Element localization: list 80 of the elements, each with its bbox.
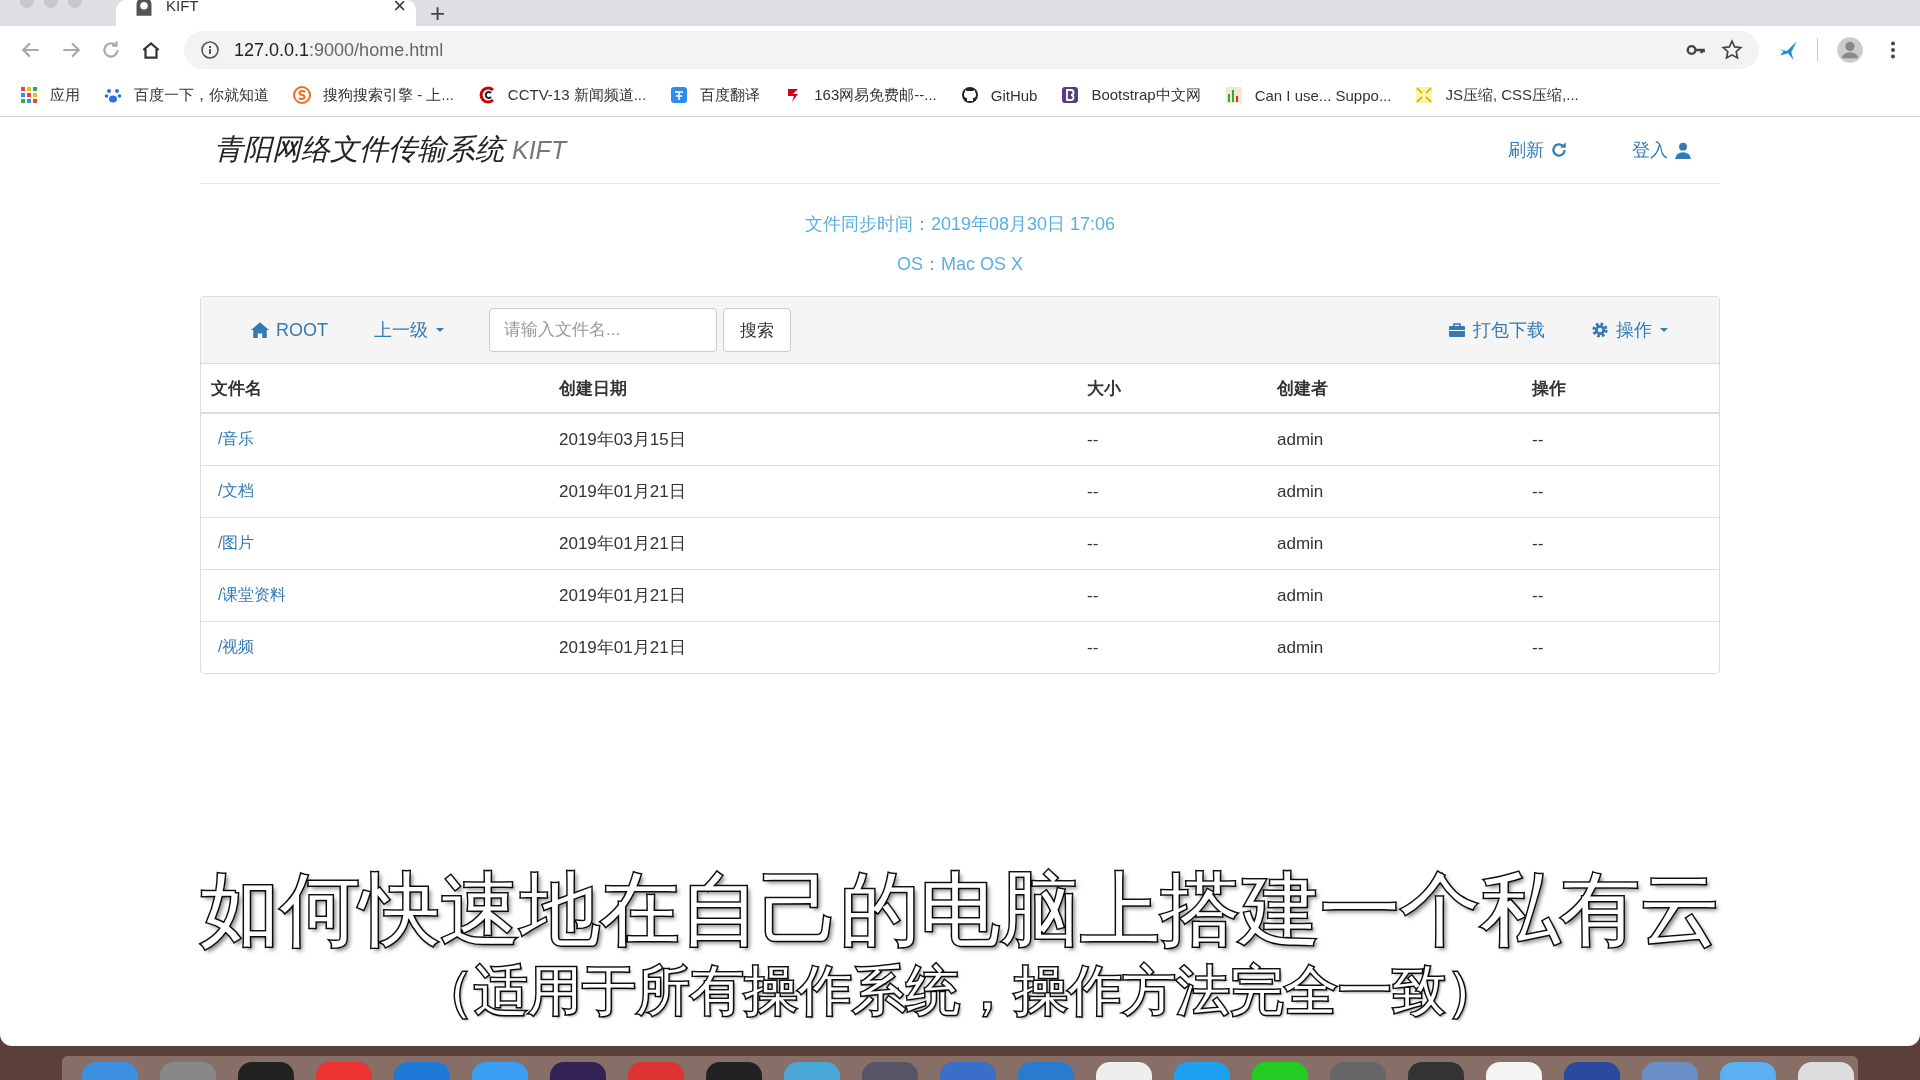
folder-link[interactable]: /课堂资料	[211, 586, 287, 603]
apps-grid-icon	[20, 86, 38, 104]
bookmark[interactable]: 搜狗搜索引擎 - 上...	[293, 85, 454, 105]
sync-time-text: 文件同步时间：2019年08月30日 17:06	[803, 213, 1117, 236]
table-cell: admin	[1277, 429, 1324, 449]
folder-link[interactable]: /图片	[211, 534, 255, 551]
caption-title: 如何快速地在自己的电脑上搭建一个私有云	[200, 864, 1720, 956]
gear-icon	[1591, 321, 1609, 339]
table-cell: admin	[1277, 585, 1324, 605]
column-header: 创建日期	[549, 364, 1077, 413]
login-link[interactable]: 登入	[1632, 138, 1692, 162]
table-cell: --	[1087, 429, 1099, 449]
actions-dropdown[interactable]: 操作	[1581, 318, 1679, 342]
root-link[interactable]: ROOT	[241, 319, 338, 341]
table-cell: 2019年01月21日	[559, 534, 686, 553]
table-cell: --	[1532, 429, 1544, 449]
table-cell: 2019年01月21日	[559, 638, 686, 657]
home-icon[interactable]	[140, 39, 162, 61]
bird-icon[interactable]	[1777, 39, 1799, 61]
search-field[interactable]: 请输入文件名...	[489, 308, 717, 352]
table-cell: --	[1087, 585, 1099, 605]
caret-icon	[435, 327, 445, 333]
table-cell: --	[1532, 481, 1544, 501]
folder-link[interactable]: /音乐	[211, 430, 255, 447]
star-icon[interactable]	[1721, 39, 1743, 61]
b-logo-icon	[1061, 86, 1080, 104]
caret-icon	[1659, 327, 1669, 333]
arrows-icon	[1415, 86, 1434, 104]
parent-dropdown[interactable]: 上一级	[364, 318, 455, 342]
home-icon	[251, 321, 269, 339]
briefcase-icon	[1448, 321, 1466, 339]
bookmark[interactable]: Bootstrap中文网	[1061, 85, 1201, 105]
brand-name: KIFT	[512, 136, 567, 165]
column-header: 文件名	[201, 364, 549, 413]
pack-download-link[interactable]: 打包下载	[1438, 318, 1555, 342]
bookmark[interactable]: 百度翻译	[670, 85, 761, 105]
folder-link[interactable]: /文档	[211, 482, 255, 499]
search-button[interactable]: 搜索	[723, 308, 791, 352]
column-header: 创建者	[1267, 364, 1522, 413]
browser-tab[interactable]: KIFT ×	[116, 0, 416, 26]
translate-icon	[670, 86, 689, 104]
bar-chart-icon	[1224, 86, 1243, 104]
github-icon	[960, 86, 979, 104]
column-header: 操作	[1522, 364, 1719, 413]
address-bar[interactable]: 127.0.0.1:9000/home.html	[184, 31, 1759, 69]
os-text: OS：Mac OS X	[896, 253, 1024, 276]
bookmark[interactable]: Can I use... Suppo...	[1224, 86, 1392, 104]
table-cell: 2019年03月15日	[559, 430, 686, 449]
bookmark[interactable]: CCTV-13 新闻频道...	[477, 85, 647, 105]
table-cell: 2019年01月21日	[559, 586, 686, 605]
bookmark[interactable]: 应用	[20, 85, 80, 105]
column-header: 大小	[1077, 364, 1267, 413]
bookmark[interactable]: JS压缩, CSS压缩,...	[1415, 85, 1579, 105]
table-cell: --	[1087, 533, 1099, 553]
table-cell: --	[1087, 637, 1099, 657]
c-logo-icon	[477, 86, 496, 104]
new-tab-button[interactable]: +	[416, 2, 460, 24]
paw-icon	[104, 86, 122, 104]
tab-title: KIFT	[166, 0, 200, 14]
url-text: 127.0.0.1:9000/home.html	[234, 39, 444, 61]
refresh-link[interactable]: 刷新	[1508, 138, 1568, 162]
bookmark[interactable]: GitHub	[960, 86, 1038, 104]
caption-subtitle: （适用于所有操作系统，操作方法完全一致）	[420, 960, 1500, 1020]
table-cell: --	[1532, 585, 1544, 605]
table-cell: --	[1087, 481, 1099, 501]
s-circle-icon	[293, 86, 311, 104]
info-icon	[200, 40, 220, 60]
folder-link[interactable]: /视频	[211, 638, 255, 655]
bookmark[interactable]: 163网易免费邮--...	[784, 85, 937, 105]
refresh-icon	[1550, 141, 1568, 159]
table-cell: admin	[1277, 481, 1324, 501]
bookmark[interactable]: 百度一下，你就知道	[104, 85, 269, 105]
table-cell: admin	[1277, 637, 1324, 657]
table-cell: --	[1532, 637, 1544, 657]
table-cell: --	[1532, 533, 1544, 553]
profile-avatar-icon[interactable]	[1836, 36, 1864, 64]
close-tab-button[interactable]: ×	[393, 0, 406, 15]
table-cell: 2019年01月21日	[559, 482, 686, 501]
table-cell: admin	[1277, 533, 1324, 553]
reload-icon[interactable]	[100, 39, 122, 61]
